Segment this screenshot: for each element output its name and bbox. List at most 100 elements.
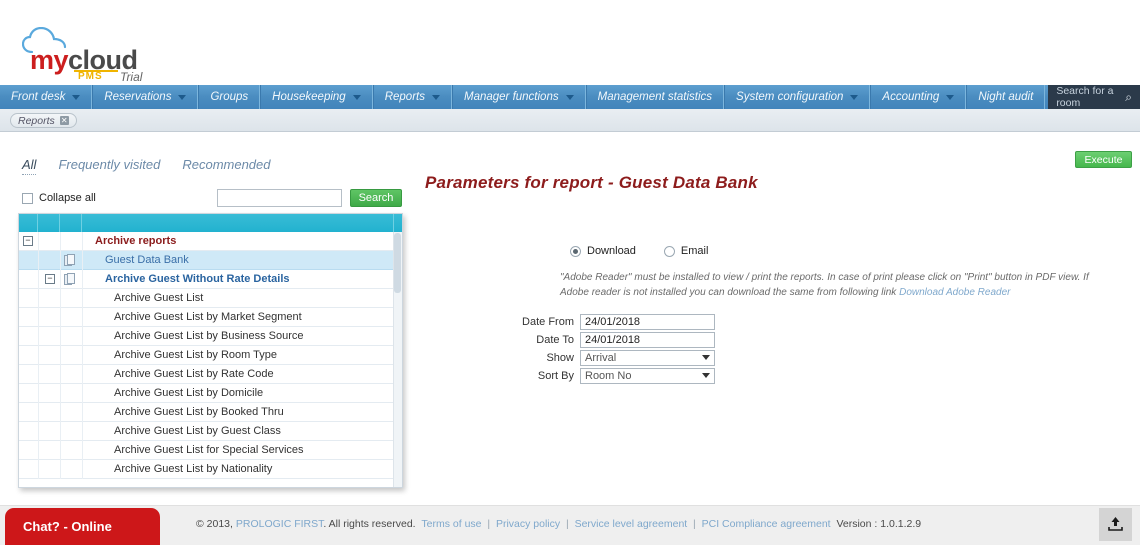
- tree-row-label: Archive Guest List by Business Source: [114, 330, 304, 342]
- column-divider: [60, 384, 61, 403]
- nav-item-manager-functions[interactable]: Manager functions: [451, 85, 586, 109]
- radio-label: Download: [587, 245, 636, 257]
- collapse-all-label: Collapse all: [39, 192, 96, 204]
- chevron-down-icon[interactable]: [946, 94, 955, 100]
- reports-tree[interactable]: − Archive reports Guest Data Bank − Archive …: [19, 232, 402, 487]
- tree-row[interactable]: Archive Guest List by Nationality: [19, 460, 402, 479]
- column-divider: [38, 232, 39, 251]
- open-tabs-bar: Reports ✕: [0, 109, 1140, 132]
- report-parameter-form: Date From Date To Show Arrival Sort By Room N…: [505, 313, 715, 385]
- tree-row-label: Archive Guest List by Nationality: [114, 463, 273, 475]
- radio-button-icon[interactable]: [663, 245, 675, 257]
- nav-item-groups[interactable]: Groups: [198, 85, 261, 109]
- tree-row[interactable]: Guest Data Bank: [19, 251, 402, 270]
- field-label: Show: [546, 351, 574, 364]
- radio-button-icon[interactable]: [570, 245, 581, 257]
- chevron-down-icon[interactable]: [352, 94, 361, 100]
- nav-item-front-desk[interactable]: Front desk: [0, 85, 93, 109]
- chevron-down-icon[interactable]: [702, 355, 710, 360]
- tree-row[interactable]: Archive Guest List by Rate Code: [19, 365, 402, 384]
- footer-link-pci-compliance-agreement[interactable]: PCI Compliance agreement: [702, 518, 831, 530]
- nav-item-label: Manager functions: [463, 91, 559, 103]
- collapse-toggle-icon[interactable]: −: [45, 274, 55, 284]
- main-navigation: Front desk Reservations Groups Housekeeping…: [0, 85, 1140, 109]
- tree-row[interactable]: − Archive Guest Without Rate Details: [19, 270, 402, 289]
- report-document-icon: [64, 273, 77, 286]
- tree-toolbar: Collapse all Search: [22, 189, 412, 211]
- chevron-down-icon[interactable]: [702, 373, 710, 378]
- collapse-all-checkbox[interactable]: Collapse all: [22, 192, 96, 204]
- tree-row[interactable]: − Archive reports: [19, 232, 402, 251]
- column-divider: [82, 251, 83, 270]
- upload-icon: [1108, 517, 1123, 531]
- column-divider: [82, 232, 83, 251]
- column-divider: [60, 270, 61, 289]
- nav-item-system-configuration[interactable]: System configuration: [724, 85, 871, 109]
- tab-reports[interactable]: Reports ✕: [10, 113, 77, 128]
- chevron-down-icon[interactable]: [72, 94, 81, 100]
- date-from-input[interactable]: [580, 313, 715, 330]
- download-adobe-reader-link[interactable]: Download Adobe Reader: [899, 287, 1010, 298]
- footer-link-terms-of-use[interactable]: Terms of use: [421, 518, 481, 530]
- footer-company-link[interactable]: PROLOGIC FIRST: [236, 518, 324, 530]
- adobe-reader-note: "Adobe Reader" must be installed to view…: [560, 271, 1120, 300]
- nav-item-label: Groups: [210, 91, 249, 103]
- column-divider: [38, 403, 39, 422]
- report-document-icon: [64, 254, 77, 267]
- chevron-down-icon[interactable]: [565, 94, 574, 100]
- subtab-recommended[interactable]: Recommended: [182, 157, 270, 172]
- nav-item-label: Reservations: [104, 91, 172, 103]
- date-to-input[interactable]: [580, 331, 715, 348]
- tree-row[interactable]: Archive Guest List by Booked Thru: [19, 403, 402, 422]
- subtab-frequently-visited[interactable]: Frequently visited: [58, 157, 160, 172]
- collapse-toggle-icon[interactable]: −: [23, 236, 33, 246]
- close-icon[interactable]: ✕: [59, 116, 69, 125]
- tree-row-label: Archive Guest List by Guest Class: [114, 425, 281, 437]
- column-divider: [60, 251, 61, 270]
- radio-download[interactable]: Download: [570, 245, 636, 257]
- subtab-all[interactable]: All: [22, 157, 37, 175]
- footer-text: © 2013, PROLOGIC FIRST. All rights reser…: [196, 518, 921, 530]
- sort-by-select[interactable]: Room No: [580, 367, 715, 384]
- footer-link-service-level-agreement[interactable]: Service level agreement: [575, 518, 688, 530]
- tree-row[interactable]: Archive Guest List by Market Segment: [19, 308, 402, 327]
- chat-button[interactable]: Chat? - Online: [5, 508, 160, 545]
- search-icon[interactable]: ⌕: [1125, 90, 1132, 105]
- tree-row[interactable]: Archive Guest List by Room Type: [19, 346, 402, 365]
- search-button[interactable]: Search: [350, 189, 402, 207]
- column-divider: [60, 346, 61, 365]
- sort-by-selected-value: Room No: [585, 369, 632, 382]
- chevron-down-icon[interactable]: [431, 94, 440, 100]
- tree-row-label: Archive Guest List by Rate Code: [114, 368, 274, 380]
- nav-item-reports[interactable]: Reports: [372, 85, 452, 109]
- tree-row[interactable]: Archive Guest List by Business Source: [19, 327, 402, 346]
- column-divider: [82, 403, 83, 422]
- show-select[interactable]: Arrival: [580, 349, 715, 366]
- chevron-down-icon[interactable]: [850, 94, 859, 100]
- tree-row[interactable]: Archive Guest List by Domicile: [19, 384, 402, 403]
- column-divider: [82, 384, 83, 403]
- tree-row[interactable]: Archive Guest List: [19, 289, 402, 308]
- nav-item-reservations[interactable]: Reservations: [92, 85, 199, 109]
- chevron-down-icon[interactable]: [178, 94, 187, 100]
- radio-label: Email: [680, 245, 709, 257]
- column-divider: [38, 460, 39, 479]
- column-divider: [38, 422, 39, 441]
- room-search-box[interactable]: Search for a room ⌕: [1048, 85, 1140, 109]
- nav-item-accounting[interactable]: Accounting: [870, 85, 967, 109]
- radio-email[interactable]: Email: [663, 245, 709, 257]
- tree-scrollbar[interactable]: [393, 232, 402, 487]
- footer-link-privacy-policy[interactable]: Privacy policy: [496, 518, 560, 530]
- search-input[interactable]: [217, 189, 342, 207]
- nav-item-night-audit[interactable]: Night audit: [966, 85, 1046, 109]
- nav-item-management-statistics[interactable]: Management statistics: [585, 85, 725, 109]
- column-divider: [82, 460, 83, 479]
- column-divider: [60, 422, 61, 441]
- tree-scrollbar-thumb[interactable]: [394, 233, 401, 293]
- tree-row[interactable]: Archive Guest List for Special Services: [19, 441, 402, 460]
- tree-row[interactable]: Archive Guest List by Guest Class: [19, 422, 402, 441]
- execute-button[interactable]: Execute: [1075, 151, 1132, 168]
- nav-item-housekeeping[interactable]: Housekeeping: [260, 85, 373, 109]
- scroll-top-button[interactable]: [1099, 508, 1132, 541]
- checkbox-icon[interactable]: [22, 192, 33, 204]
